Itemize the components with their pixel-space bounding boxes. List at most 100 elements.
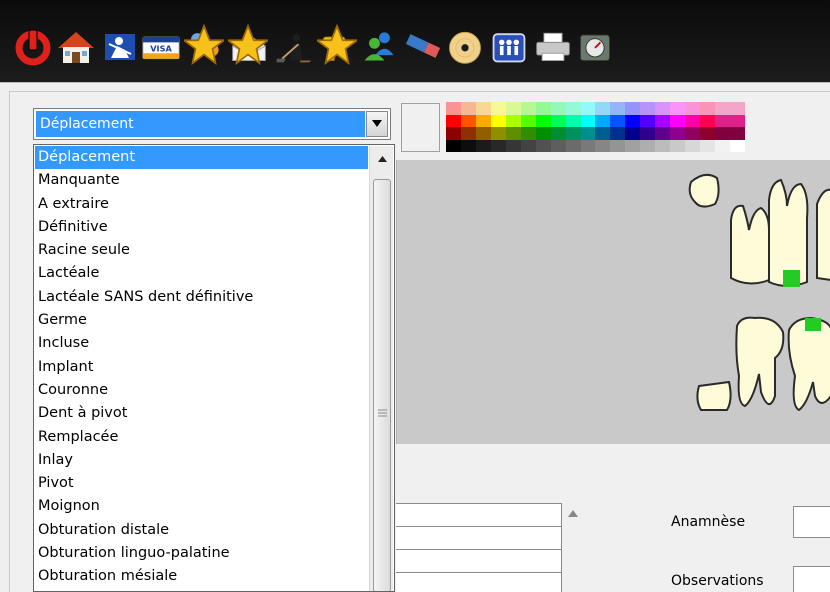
palette-swatch[interactable] <box>670 139 686 152</box>
dropdown-option[interactable]: Couronne <box>35 379 368 402</box>
palette-swatch[interactable] <box>550 139 566 152</box>
combobox-dropdown-button[interactable] <box>366 111 388 137</box>
palette-swatch[interactable] <box>625 139 641 152</box>
palette-swatch[interactable] <box>475 139 491 152</box>
medication-button[interactable] <box>184 22 226 70</box>
palette-swatch[interactable] <box>730 114 745 127</box>
palette-swatch[interactable] <box>625 127 641 140</box>
palette-swatch[interactable] <box>730 102 745 115</box>
palette-swatch[interactable] <box>580 139 596 152</box>
palette-swatch[interactable] <box>685 102 701 115</box>
combobox-value[interactable]: Déplacement <box>36 111 365 137</box>
palette-swatch[interactable] <box>550 114 566 127</box>
palette-swatch[interactable] <box>640 114 656 127</box>
table-row[interactable] <box>396 549 562 573</box>
palette-swatch[interactable] <box>730 139 745 152</box>
scroll-thumb[interactable] <box>373 179 391 591</box>
payment-card-button[interactable]: VISA <box>140 22 182 70</box>
palette-swatch[interactable] <box>550 102 566 115</box>
palette-swatch[interactable] <box>640 139 656 152</box>
palette-swatch[interactable] <box>610 139 626 152</box>
palette-swatch[interactable] <box>685 139 701 152</box>
palette-swatch[interactable] <box>685 127 701 140</box>
palette-swatch[interactable] <box>715 114 731 127</box>
palette-swatch[interactable] <box>700 114 716 127</box>
state-combobox[interactable]: Déplacement <box>33 108 391 140</box>
palette-swatch[interactable] <box>640 102 656 115</box>
home-button[interactable] <box>55 22 97 70</box>
palette-swatch[interactable] <box>655 127 671 140</box>
dropdown-option[interactable]: Obturation mésiale <box>35 565 368 588</box>
palette-swatch[interactable] <box>580 114 596 127</box>
palette-swatch[interactable] <box>670 127 686 140</box>
dropdown-option[interactable]: Manquante <box>35 169 368 192</box>
gauge-button[interactable] <box>574 22 616 70</box>
dropdown-scrollbar[interactable] <box>369 146 393 591</box>
palette-swatch[interactable] <box>446 114 461 127</box>
palette-swatch[interactable] <box>475 114 491 127</box>
palette-swatch[interactable] <box>490 139 506 152</box>
mail-button[interactable] <box>228 22 270 70</box>
palette-swatch[interactable] <box>520 127 536 140</box>
dropdown-option[interactable]: Germe <box>35 309 368 332</box>
palette-swatch[interactable] <box>625 114 641 127</box>
teeth-diagram[interactable] <box>397 160 830 444</box>
palette-swatch[interactable] <box>700 139 716 152</box>
palette-swatch[interactable] <box>625 102 641 115</box>
palette-swatch[interactable] <box>520 139 536 152</box>
observations-field[interactable] <box>793 566 830 592</box>
tools-button[interactable] <box>315 22 357 70</box>
palette-swatch[interactable] <box>565 102 581 115</box>
work-button[interactable] <box>272 22 314 70</box>
palette-swatch[interactable] <box>505 139 521 152</box>
dropdown-option[interactable]: Moignon <box>35 495 368 518</box>
palette-swatch[interactable] <box>730 127 745 140</box>
palette-swatch[interactable] <box>446 139 461 152</box>
palette-swatch[interactable] <box>655 114 671 127</box>
state-dropdown-list[interactable]: Déplacement Manquante A extraire Définitive… <box>33 144 395 592</box>
palette-swatch[interactable] <box>460 102 476 115</box>
palette-swatch[interactable] <box>595 139 611 152</box>
palette-swatch[interactable] <box>580 127 596 140</box>
print-button[interactable] <box>532 22 574 70</box>
palette-swatch[interactable] <box>685 114 701 127</box>
palette-swatch[interactable] <box>475 127 491 140</box>
palette-swatch[interactable] <box>670 114 686 127</box>
table-scrollbar[interactable] <box>563 503 583 592</box>
dropdown-option[interactable]: Inlay <box>35 449 368 472</box>
palette-swatch[interactable] <box>715 127 731 140</box>
palette-swatch[interactable] <box>520 114 536 127</box>
palette-swatch[interactable] <box>565 127 581 140</box>
dropdown-option[interactable]: Obturation linguo-palatine <box>35 542 368 565</box>
palette-swatch[interactable] <box>700 102 716 115</box>
medical-staff-button[interactable] <box>98 22 140 70</box>
dropdown-option[interactable]: Pivot <box>35 472 368 495</box>
palette-swatch[interactable] <box>550 127 566 140</box>
palette-swatch[interactable] <box>610 114 626 127</box>
palette-swatch[interactable] <box>715 102 731 115</box>
table-row[interactable] <box>396 526 562 550</box>
dropdown-option[interactable]: Implant <box>35 356 368 379</box>
palette-swatch[interactable] <box>490 114 506 127</box>
team-button[interactable] <box>488 22 530 70</box>
palette-swatch[interactable] <box>535 102 551 115</box>
palette-swatch[interactable] <box>565 139 581 152</box>
dropdown-option[interactable]: Lactéale <box>35 262 368 285</box>
palette-swatch[interactable] <box>610 102 626 115</box>
anamnese-field[interactable] <box>793 506 830 538</box>
palette-swatch[interactable] <box>475 102 491 115</box>
dropdown-option[interactable]: Dent à pivot <box>35 402 368 425</box>
palette-swatch[interactable] <box>520 102 536 115</box>
palette-swatch[interactable] <box>460 139 476 152</box>
dropdown-option[interactable]: Incluse <box>35 332 368 355</box>
data-table[interactable] <box>396 503 562 592</box>
palette-swatch[interactable] <box>535 114 551 127</box>
dropdown-option[interactable]: Remplacée <box>35 426 368 449</box>
scroll-up-icon[interactable] <box>566 508 580 520</box>
dropdown-option[interactable]: Déplacement <box>35 146 368 170</box>
palette-swatch[interactable] <box>490 127 506 140</box>
palette-swatch[interactable] <box>700 127 716 140</box>
palette-swatch[interactable] <box>505 127 521 140</box>
dropdown-option[interactable]: Définitive <box>35 216 368 239</box>
color-palette[interactable] <box>446 102 745 152</box>
